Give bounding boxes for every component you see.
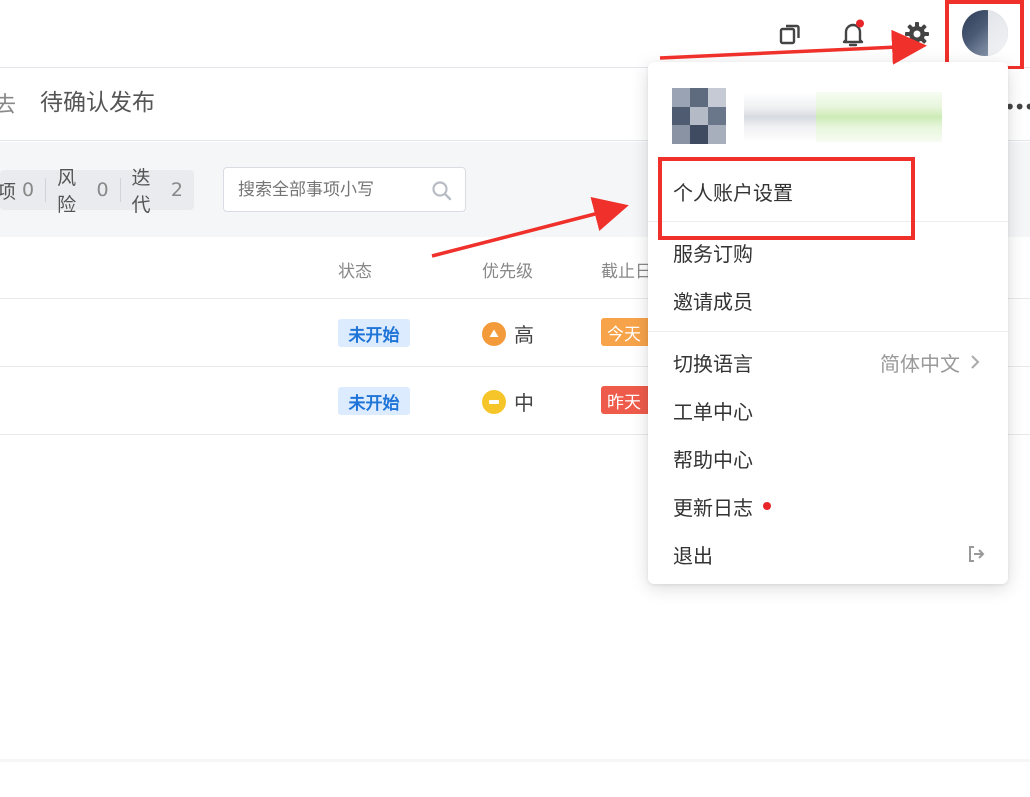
filter-count: 0 — [22, 179, 35, 201]
priority-high-icon — [482, 321, 506, 346]
menu-label: 更新日志 — [673, 495, 753, 520]
priority-cell[interactable]: 高 — [482, 319, 534, 348]
filter-count: 2 — [170, 179, 183, 201]
menu-label: 切换语言 — [673, 351, 753, 376]
search-box[interactable] — [223, 167, 466, 212]
language-value: 简体中文 — [880, 348, 984, 377]
priority-medium-icon — [482, 389, 506, 414]
new-dot-icon — [763, 502, 771, 510]
user-name-blurred — [744, 92, 942, 142]
menu-changelog[interactable]: 更新日志 — [648, 482, 1008, 530]
filter-count: 0 — [96, 179, 109, 201]
search-input[interactable] — [238, 178, 428, 202]
account-settings-highlight-box — [658, 157, 915, 240]
filter-label: 迭代 — [131, 167, 151, 216]
status-badge[interactable]: 未开始 — [338, 387, 410, 415]
filter-iteration[interactable]: 迭代 2 — [119, 167, 194, 216]
filter-item[interactable]: 项0 — [0, 178, 45, 203]
user-info — [648, 62, 1008, 152]
filter-label: 风险 — [57, 167, 77, 216]
search-icon[interactable] — [430, 179, 454, 203]
priority-label: 中 — [514, 391, 534, 415]
priority-label: 高 — [514, 323, 534, 347]
tab-pending-release[interactable]: 待确认发布 — [40, 83, 155, 117]
gear-icon[interactable] — [903, 18, 931, 50]
divider — [648, 331, 1008, 332]
avatar-highlight-box — [945, 0, 1024, 70]
logout-icon — [969, 546, 985, 562]
column-priority[interactable]: 优先级 — [482, 257, 533, 282]
menu-logout[interactable]: 退出 — [648, 530, 1008, 578]
menu-invite-members[interactable]: 邀请成员 — [648, 276, 1008, 324]
priority-cell[interactable]: 中 — [482, 387, 534, 416]
filter-risk[interactable]: 风险 0 — [45, 167, 119, 216]
tab-partial[interactable]: 去 — [0, 87, 16, 119]
top-bar — [0, 0, 1030, 68]
column-due[interactable]: 截止日 — [601, 257, 652, 282]
menu-tickets[interactable]: 工单中心 — [648, 386, 1008, 434]
column-status[interactable]: 状态 — [338, 257, 372, 282]
user-avatar — [672, 88, 726, 144]
filter-group: 项0 风险 0 迭代 2 — [0, 167, 194, 216]
language-current: 简体中文 — [880, 351, 960, 376]
account-dropdown: 个人账户设置 服务订购 邀请成员 切换语言 简体中文 工单中心 帮助中心 更新日… — [648, 62, 1008, 584]
status-badge[interactable]: 未开始 — [338, 319, 410, 347]
menu-label: 退出 — [673, 543, 713, 568]
menu-switch-language[interactable]: 切换语言 简体中文 — [648, 338, 1008, 386]
menu-help[interactable]: 帮助中心 — [648, 434, 1008, 482]
filter-label: 项 — [0, 180, 17, 203]
bell-icon[interactable] — [839, 18, 867, 50]
copy-icon[interactable] — [776, 18, 804, 50]
chevron-right-icon — [971, 355, 980, 369]
